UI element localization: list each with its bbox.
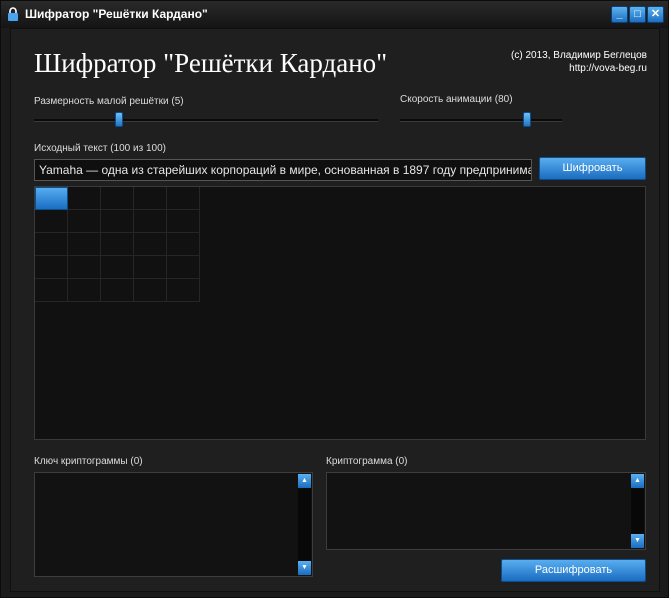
page-title: Шифратор "Решётки Кардано"	[34, 48, 388, 78]
grid-cell[interactable]	[167, 187, 200, 210]
grid-cell[interactable]	[68, 279, 101, 302]
grid-cell[interactable]	[134, 210, 167, 233]
grid-cell[interactable]	[35, 187, 68, 210]
grid-cell[interactable]	[101, 279, 134, 302]
animation-speed-label: Скорость анимации (80)	[400, 94, 513, 105]
cryptogram-scrollbar[interactable]: ▲ ▼	[631, 474, 644, 548]
grid-cell[interactable]	[35, 279, 68, 302]
grid-cell[interactable]	[167, 256, 200, 279]
grid-canvas[interactable]	[34, 186, 646, 440]
scroll-up-icon[interactable]: ▲	[298, 474, 311, 488]
lock-icon	[8, 7, 18, 21]
grid-cell[interactable]	[101, 210, 134, 233]
copyright-author: (c) 2013, Владимир Беглецов	[511, 50, 647, 61]
grid-size-thumb[interactable]	[115, 112, 123, 127]
minimize-button[interactable]: _	[611, 6, 628, 23]
key-label: Ключ криптограммы (0)	[34, 456, 143, 467]
maximize-icon: □	[634, 8, 641, 20]
copyright-url[interactable]: http://vova-beg.ru	[511, 62, 647, 75]
source-text-label: Исходный текст (100 из 100)	[34, 143, 166, 154]
close-button[interactable]: ✕	[647, 6, 664, 23]
grid-cell[interactable]	[134, 279, 167, 302]
grid-cell[interactable]	[101, 256, 134, 279]
grid-cell[interactable]	[134, 233, 167, 256]
scroll-down-icon[interactable]: ▼	[631, 534, 644, 548]
key-scrollbar[interactable]: ▲ ▼	[298, 474, 311, 575]
grid-cell[interactable]	[167, 210, 200, 233]
grid-size-label: Размерность малой решётки (5)	[34, 96, 184, 107]
grid-cell[interactable]	[134, 256, 167, 279]
copyright: (c) 2013, Владимир Беглецов http://vova-…	[511, 49, 647, 75]
grid-size-slider[interactable]	[34, 112, 378, 128]
cryptogram-textbox[interactable]: ▲ ▼	[326, 472, 646, 550]
key-textbox[interactable]: ▲ ▼	[34, 472, 313, 577]
grid-cell[interactable]	[167, 233, 200, 256]
title-bar[interactable]: Шифратор "Решётки Кардано" _ □ ✕	[1, 1, 668, 28]
grid-cell[interactable]	[101, 187, 134, 210]
source-text-input[interactable]: Yamaha — одна из старейших корпораций в …	[34, 159, 532, 181]
grid-cell[interactable]	[68, 210, 101, 233]
scroll-up-icon[interactable]: ▲	[631, 474, 644, 488]
animation-speed-thumb[interactable]	[523, 112, 531, 127]
encrypt-button[interactable]: Шифровать	[539, 157, 646, 180]
cryptogram-label: Криптограмма (0)	[326, 456, 408, 467]
window-title: Шифратор "Решётки Кардано"	[25, 7, 208, 21]
grid-cell[interactable]	[68, 187, 101, 210]
scroll-down-icon[interactable]: ▼	[298, 561, 311, 575]
maximize-button[interactable]: □	[629, 6, 646, 23]
animation-speed-track[interactable]	[400, 119, 562, 122]
grid-cell[interactable]	[68, 256, 101, 279]
grid-cell[interactable]	[101, 233, 134, 256]
grid-cell[interactable]	[35, 233, 68, 256]
grid-cell[interactable]	[167, 279, 200, 302]
grid-cell[interactable]	[68, 233, 101, 256]
app-window: Шифратор "Решётки Кардано" _ □ ✕ Шифрато…	[0, 0, 669, 598]
grid-cell[interactable]	[35, 210, 68, 233]
close-icon: ✕	[650, 8, 661, 20]
grid-cell[interactable]	[35, 256, 68, 279]
main-panel: Шифратор "Решётки Кардано" (c) 2013, Вла…	[10, 28, 660, 592]
animation-speed-slider[interactable]	[400, 112, 562, 128]
cardano-grid[interactable]	[35, 187, 200, 302]
minimize-icon: _	[616, 8, 623, 20]
grid-cell[interactable]	[134, 187, 167, 210]
grid-size-track[interactable]	[34, 119, 378, 122]
decrypt-button[interactable]: Расшифровать	[501, 559, 646, 582]
